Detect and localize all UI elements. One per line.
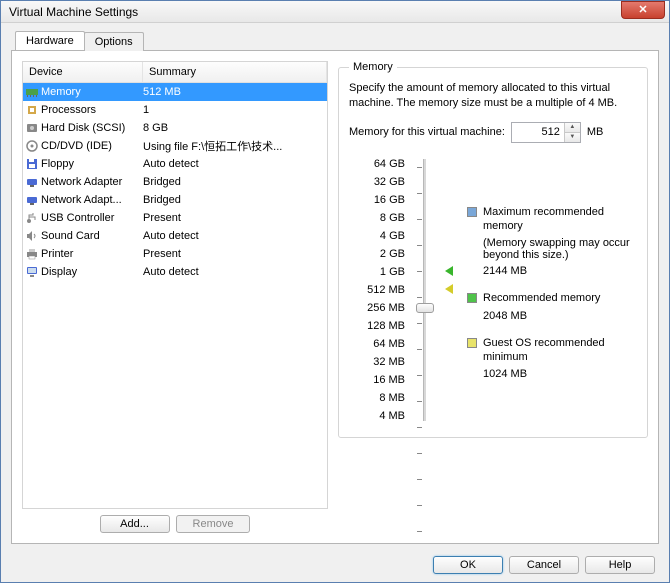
help-button[interactable]: Help — [585, 556, 655, 574]
tick-label: 64 MB — [359, 335, 405, 353]
swatch-rec-icon — [467, 293, 477, 303]
legend-max-value: 2144 MB — [467, 265, 637, 277]
memory-legend: Memory — [349, 61, 397, 73]
cd-icon — [23, 139, 41, 153]
usb-icon — [23, 211, 41, 225]
device-summary: Auto detect — [143, 158, 327, 170]
device-summary: Present — [143, 212, 327, 224]
floppy-icon — [23, 157, 41, 171]
device-list-header: Device Summary — [23, 62, 327, 83]
tick-label: 512 MB — [359, 281, 405, 299]
legend-min-value: 1024 MB — [467, 368, 637, 380]
tick-label: 1 GB — [359, 263, 405, 281]
device-summary: Bridged — [143, 176, 327, 188]
cpu-icon — [23, 103, 41, 117]
legend-max-sub: (Memory swapping may occur beyond this s… — [467, 237, 637, 261]
tick-label: 128 MB — [359, 317, 405, 335]
device-summary: 1 — [143, 104, 327, 116]
device-name: Hard Disk (SCSI) — [41, 122, 143, 134]
device-summary: Auto detect — [143, 230, 327, 242]
printer-icon — [23, 247, 41, 261]
memory-label: Memory for this virtual machine: — [349, 126, 505, 138]
cancel-button[interactable]: Cancel — [509, 556, 579, 574]
tick-label: 32 GB — [359, 173, 405, 191]
swatch-min-icon — [467, 338, 477, 348]
titlebar: Virtual Machine Settings ✕ — [1, 1, 669, 23]
col-summary[interactable]: Summary — [143, 62, 327, 82]
marker-yellow-icon — [445, 284, 453, 294]
device-row-net[interactable]: Network Adapt...Bridged — [23, 191, 327, 209]
memory-desc: Specify the amount of memory allocated t… — [349, 81, 637, 112]
device-name: Processors — [41, 104, 143, 116]
spin-up-icon[interactable]: ▲ — [565, 123, 580, 133]
device-summary: Bridged — [143, 194, 327, 206]
device-summary: Auto detect — [143, 266, 327, 278]
tick-label: 4 GB — [359, 227, 405, 245]
device-summary: Using file F:\恒拓工作\技术... — [143, 138, 327, 154]
net-icon — [23, 193, 41, 207]
net-icon — [23, 175, 41, 189]
memory-unit: MB — [587, 126, 604, 138]
display-icon — [23, 265, 41, 279]
device-name: CD/DVD (IDE) — [41, 140, 143, 152]
close-button[interactable]: ✕ — [621, 1, 665, 19]
spin-down-icon[interactable]: ▼ — [565, 133, 580, 142]
device-name: Floppy — [41, 158, 143, 170]
device-name: Display — [41, 266, 143, 278]
device-row-hdd[interactable]: Hard Disk (SCSI)8 GB — [23, 119, 327, 137]
ok-button[interactable]: OK — [433, 556, 503, 574]
legend-rec-label: Recommended memory — [483, 291, 600, 305]
sound-icon — [23, 229, 41, 243]
remove-button[interactable]: Remove — [176, 515, 251, 533]
tab-hardware[interactable]: Hardware — [15, 31, 85, 50]
window-title: Virtual Machine Settings — [9, 5, 138, 19]
memory-input[interactable] — [512, 123, 564, 142]
device-row-floppy[interactable]: FloppyAuto detect — [23, 155, 327, 173]
tick-label: 2 GB — [359, 245, 405, 263]
device-name: USB Controller — [41, 212, 143, 224]
memory-spinner[interactable]: ▲ ▼ — [511, 122, 581, 143]
device-row-cd[interactable]: CD/DVD (IDE)Using file F:\恒拓工作\技术... — [23, 137, 327, 155]
legend-max-label: Maximum recommended memory — [483, 205, 637, 234]
device-name: Sound Card — [41, 230, 143, 242]
device-name: Printer — [41, 248, 143, 260]
tick-label: 64 GB — [359, 155, 405, 173]
legend-rec-value: 2048 MB — [467, 310, 637, 322]
hdd-icon — [23, 121, 41, 135]
device-row-sound[interactable]: Sound CardAuto detect — [23, 227, 327, 245]
tab-options[interactable]: Options — [84, 32, 144, 51]
tick-label: 16 GB — [359, 191, 405, 209]
device-row-net[interactable]: Network AdapterBridged — [23, 173, 327, 191]
device-summary: 8 GB — [143, 122, 327, 134]
device-row-display[interactable]: DisplayAuto detect — [23, 263, 327, 281]
device-name: Network Adapter — [41, 176, 143, 188]
device-row-memory[interactable]: Memory512 MB — [23, 83, 327, 101]
tick-label: 32 MB — [359, 353, 405, 371]
legend-min-label: Guest OS recommended minimum — [483, 336, 637, 365]
device-summary: Present — [143, 248, 327, 260]
col-device[interactable]: Device — [23, 62, 143, 82]
memory-group: Memory Specify the amount of memory allo… — [338, 61, 648, 438]
add-button[interactable]: Add... — [100, 515, 170, 533]
tick-label: 8 GB — [359, 209, 405, 227]
swatch-max-icon — [467, 207, 477, 217]
memory-slider[interactable] — [413, 155, 437, 425]
tick-label: 256 MB — [359, 299, 405, 317]
device-name: Network Adapt... — [41, 194, 143, 206]
device-row-usb[interactable]: USB ControllerPresent — [23, 209, 327, 227]
device-row-cpu[interactable]: Processors1 — [23, 101, 327, 119]
tick-label: 16 MB — [359, 371, 405, 389]
marker-green-icon — [445, 266, 453, 276]
tick-label: 4 MB — [359, 407, 405, 425]
device-list: Device Summary Memory512 MBProcessors1Ha… — [22, 61, 328, 509]
memory-icon — [23, 85, 41, 99]
tick-label: 8 MB — [359, 389, 405, 407]
device-summary: 512 MB — [143, 86, 327, 98]
device-row-printer[interactable]: PrinterPresent — [23, 245, 327, 263]
device-name: Memory — [41, 86, 143, 98]
slider-thumb[interactable] — [416, 303, 434, 313]
